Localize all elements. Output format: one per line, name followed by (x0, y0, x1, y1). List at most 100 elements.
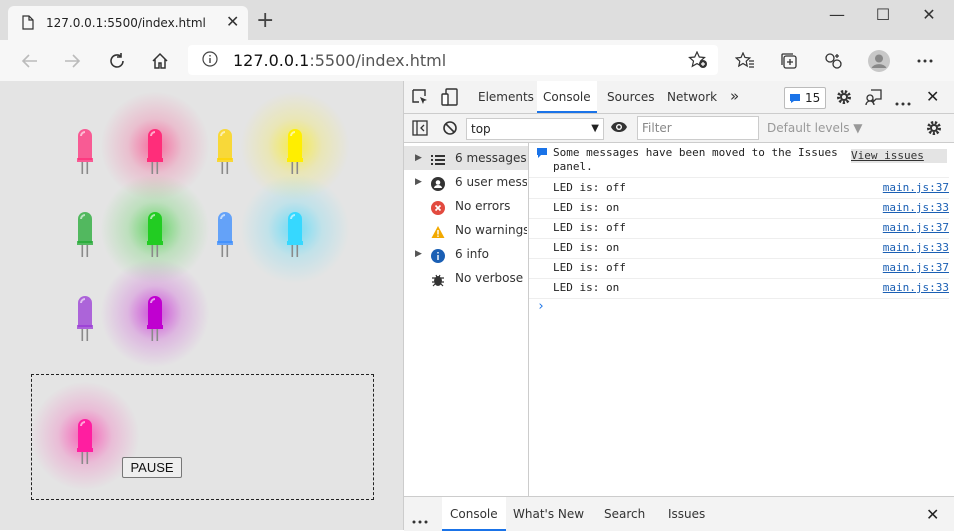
back-icon[interactable] (16, 48, 42, 74)
console-message-row: LED is: off main.js:37 (529, 218, 949, 239)
live-expression-eye-icon[interactable] (610, 120, 628, 137)
drawer-menu-icon[interactable] (412, 513, 428, 527)
settings-gear-icon[interactable] (835, 88, 853, 109)
user-icon (431, 175, 445, 191)
issues-count: 15 (805, 91, 821, 105)
warning-icon (431, 223, 445, 238)
console-message-text: LED is: off (553, 181, 626, 194)
console-sidebar: ▶ 6 messages ▶ 6 user mess… No errors No warn… (404, 143, 529, 496)
source-link[interactable]: main.js:37 (883, 181, 949, 194)
sidebar-item-label: 6 messages (455, 151, 527, 165)
minimize-button[interactable]: — (815, 5, 859, 27)
sidebar-item-no-errors[interactable]: No errors (404, 194, 528, 218)
sidebar-item-no-verbose[interactable]: No verbose (404, 266, 528, 290)
tab-elements[interactable]: Elements (472, 81, 540, 113)
sidebar-item-label: No warnings (455, 223, 527, 237)
console-toolbar: top ▼ Filter Default levels ▼ (404, 114, 954, 143)
close-devtools-icon[interactable]: ✕ (926, 87, 939, 106)
drawer-tab-search[interactable]: Search (604, 497, 645, 531)
console-settings-gear-icon[interactable] (925, 119, 943, 140)
drawer-tab-issues[interactable]: Issues (668, 497, 705, 531)
console-message-row: LED is: on main.js:33 (529, 198, 949, 219)
sidebar-item-label: No verbose (455, 271, 524, 285)
console-prompt-icon[interactable]: › (537, 299, 545, 314)
source-link[interactable]: main.js:33 (883, 201, 949, 214)
console-message-row: LED is: on main.js:33 (529, 278, 949, 299)
sidebar-item-6-messages[interactable]: ▶ 6 messages (404, 146, 528, 170)
info-icon (431, 247, 445, 263)
forward-icon[interactable] (60, 48, 86, 74)
devtools-panel: Elements Console Sources Network » 15 ✕ … (403, 81, 954, 531)
close-drawer-icon[interactable]: ✕ (926, 505, 939, 524)
tab-console[interactable]: Console (537, 81, 597, 113)
maximize-button[interactable]: ☐ (861, 5, 905, 27)
source-link[interactable]: main.js:37 (883, 261, 949, 274)
drawer-tab-whats-new[interactable]: What's New (513, 497, 584, 531)
new-tab-button[interactable]: + (256, 8, 274, 33)
view-issues-link[interactable]: View issues (851, 149, 947, 163)
list-icon (431, 151, 445, 165)
favorites-icon[interactable] (732, 48, 758, 74)
issues-badge[interactable]: 15 (784, 87, 826, 109)
feedback-icon[interactable] (865, 88, 883, 109)
tab-sources[interactable]: Sources (601, 81, 660, 113)
log-levels-dropdown[interactable]: Default levels ▼ (767, 121, 863, 135)
console-message-text: LED is: off (553, 261, 626, 274)
inspect-element-icon[interactable] (411, 88, 429, 109)
tab-title: 127.0.0.1:5500/index.html (46, 16, 206, 30)
devtools-tab-bar: Elements Console Sources Network » 15 ✕ (404, 81, 954, 114)
address-bar[interactable]: 127.0.0.1:5500/index.html (188, 45, 718, 75)
devtools-menu-icon[interactable] (895, 95, 911, 109)
clear-console-icon[interactable] (442, 120, 458, 139)
close-tab-icon[interactable]: ✕ (226, 12, 239, 31)
sidebar-item-6-user-mess[interactable]: ▶ 6 user mess… (404, 170, 528, 194)
led-10 (125, 293, 185, 363)
profile-avatar-icon[interactable] (866, 48, 892, 74)
tab-network[interactable]: Network (661, 81, 723, 113)
page-icon (22, 15, 34, 33)
close-window-button[interactable]: ✕ (907, 5, 951, 27)
source-link[interactable]: main.js:33 (883, 281, 949, 294)
home-icon[interactable] (147, 48, 173, 74)
sidebar-toggle-icon[interactable] (412, 120, 428, 139)
navigation-bar: 127.0.0.1:5500/index.html (0, 40, 954, 82)
more-tabs-icon[interactable]: » (730, 87, 739, 105)
led-pause-container (31, 374, 374, 500)
url-text: 127.0.0.1:5500/index.html (233, 51, 447, 70)
source-link[interactable]: main.js:37 (883, 221, 949, 234)
console-message-text: LED is: on (553, 201, 620, 214)
console-message-row: LED is: off main.js:37 (529, 258, 949, 279)
extensions-icon[interactable] (820, 48, 846, 74)
drawer-tab-bar: Console What's New Search Issues ✕ (404, 496, 954, 531)
source-link[interactable]: main.js:33 (883, 241, 949, 254)
console-filter-input[interactable]: Filter (637, 116, 759, 140)
sidebar-item-label: 6 info (455, 247, 489, 261)
sidebar-item-6-info[interactable]: ▶ 6 info (404, 242, 528, 266)
expand-arrow-icon[interactable]: ▶ (415, 146, 422, 170)
sidebar-item-no-warnings[interactable]: No warnings (404, 218, 528, 242)
bug-icon (431, 271, 445, 287)
collections-icon[interactable] (776, 48, 802, 74)
drawer-tab-console[interactable]: Console (442, 497, 506, 531)
dropdown-arrow-icon: ▼ (591, 123, 599, 134)
context-selector[interactable]: top ▼ (466, 118, 604, 140)
console-message-row: LED is: on main.js:33 (529, 238, 949, 259)
site-info-icon[interactable] (202, 51, 218, 70)
issues-notice-line1: Some messages have been moved to the Iss… (553, 146, 838, 159)
device-toolbar-icon[interactable] (441, 88, 459, 109)
console-message-text: LED is: on (553, 281, 620, 294)
issues-notice: Some messages have been moved to the Iss… (529, 143, 949, 178)
expand-arrow-icon[interactable]: ▶ (415, 242, 422, 266)
error-icon (431, 199, 445, 215)
add-favorite-icon[interactable] (688, 50, 708, 72)
refresh-icon[interactable] (104, 48, 130, 74)
console-message-row: LED is: off main.js:37 (529, 178, 949, 199)
expand-arrow-icon[interactable]: ▶ (415, 170, 422, 194)
browser-tab[interactable]: 127.0.0.1:5500/index.html ✕ (8, 6, 248, 40)
sidebar-item-label: No errors (455, 199, 511, 213)
more-options-icon[interactable] (912, 48, 938, 74)
issues-notice-line2: panel. (553, 160, 593, 173)
title-bar: 127.0.0.1:5500/index.html ✕ + — ☐ ✕ (0, 0, 954, 40)
console-message-text: LED is: on (553, 241, 620, 254)
pause-button[interactable]: PAUSE (122, 457, 182, 478)
